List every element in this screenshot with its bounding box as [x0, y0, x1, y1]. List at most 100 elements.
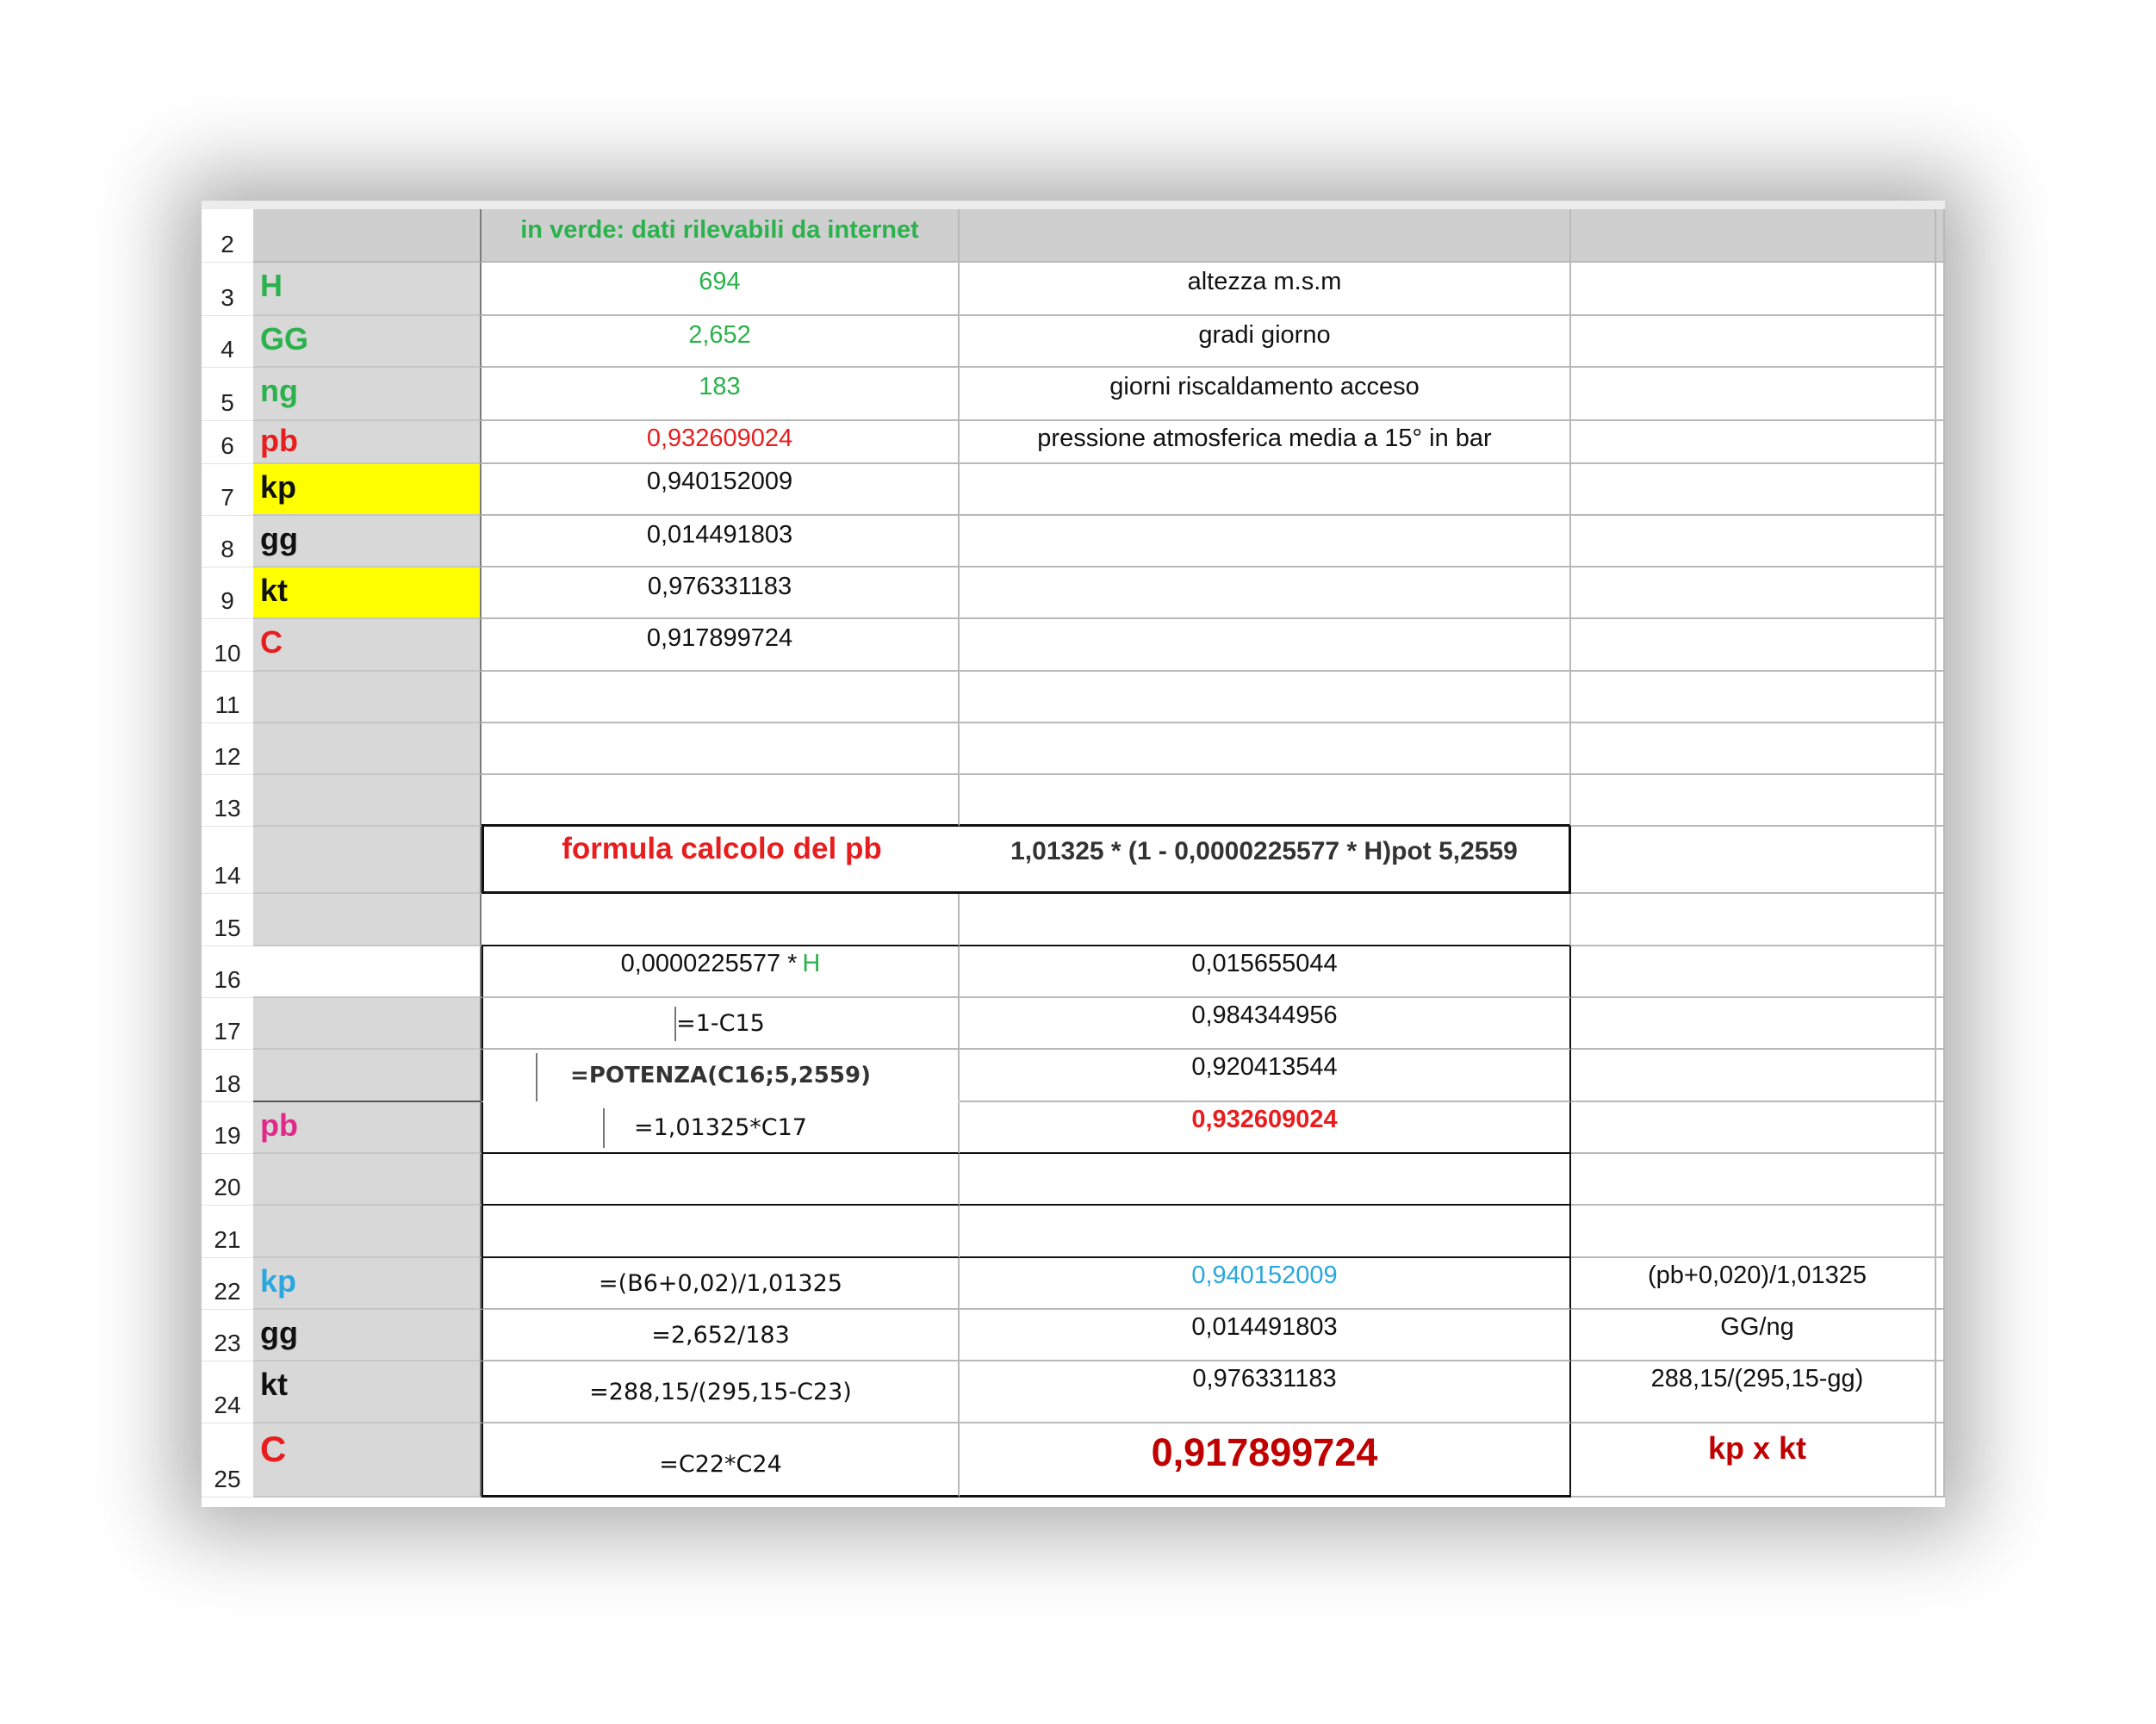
- cell-empty[interactable]: [1571, 567, 1945, 619]
- formula-text[interactable]: 1,01325 * (1 - 0,0000225577 * H)pot 5,25…: [960, 827, 1571, 894]
- row-header[interactable]: 5: [202, 368, 253, 421]
- cell-empty[interactable]: [960, 894, 1571, 946]
- row-header[interactable]: 17: [202, 998, 253, 1050]
- note-r25[interactable]: kp x kt: [1571, 1423, 1945, 1498]
- cell-empty[interactable]: [1571, 516, 1945, 567]
- calc-expr-r18[interactable]: =POTENZA(C16;5,2559): [482, 1050, 960, 1102]
- row-header[interactable]: 13: [202, 775, 253, 827]
- formula-label[interactable]: formula calcolo del pb: [482, 827, 960, 894]
- label-empty[interactable]: [253, 1154, 482, 1206]
- calc-val-r17[interactable]: 0,984344956: [960, 998, 1571, 1050]
- label-gg-calc[interactable]: gg: [253, 1310, 482, 1361]
- cell-empty[interactable]: [1571, 998, 1945, 1050]
- label-pb[interactable]: pb: [253, 421, 482, 464]
- cell-empty[interactable]: [960, 723, 1571, 775]
- calc-val-r19[interactable]: 0,932609024: [960, 1102, 1571, 1154]
- cell-empty[interactable]: [1571, 1206, 1945, 1258]
- cell-empty[interactable]: [1571, 316, 1945, 368]
- label-c-calc[interactable]: C: [253, 1423, 482, 1498]
- note-r22[interactable]: (pb+0,020)/1,01325: [1571, 1258, 1945, 1310]
- cell-empty[interactable]: [482, 723, 960, 775]
- row-header[interactable]: 23: [202, 1310, 253, 1361]
- cell-empty[interactable]: [960, 567, 1571, 619]
- cell-empty[interactable]: [1571, 827, 1945, 894]
- label-ng[interactable]: ng: [253, 368, 482, 421]
- cell-empty[interactable]: [1571, 464, 1945, 516]
- cell-empty[interactable]: [1571, 894, 1945, 946]
- cell-empty[interactable]: [1571, 1102, 1945, 1154]
- value-c[interactable]: 0,917899724: [482, 619, 960, 672]
- value-h[interactable]: 694: [482, 263, 960, 316]
- row-header[interactable]: 9: [202, 567, 253, 619]
- row-header[interactable]: 8: [202, 516, 253, 567]
- label-c[interactable]: C: [253, 619, 482, 672]
- row-header[interactable]: 4: [202, 316, 253, 368]
- label-gg[interactable]: gg: [253, 516, 482, 567]
- cell-empty[interactable]: [1571, 619, 1945, 672]
- row-header[interactable]: 14: [202, 827, 253, 894]
- value-kt[interactable]: 0,976331183: [482, 567, 960, 619]
- cell-empty[interactable]: [1571, 368, 1945, 421]
- calc-expr-r19[interactable]: =1,01325*C17: [482, 1102, 960, 1154]
- row-header[interactable]: 16: [202, 946, 253, 998]
- cell-empty[interactable]: [482, 1206, 960, 1258]
- label-h[interactable]: H: [253, 263, 482, 316]
- calc-val-r22[interactable]: 0,940152009: [960, 1258, 1571, 1310]
- cell-empty[interactable]: [1571, 421, 1945, 464]
- calc-val-r25[interactable]: 0,917899724: [960, 1423, 1571, 1498]
- desc-giorni[interactable]: giorni riscaldamento acceso: [960, 368, 1571, 421]
- label-empty[interactable]: [253, 998, 482, 1050]
- label-kp[interactable]: kp: [253, 464, 482, 516]
- cell-empty[interactable]: [1571, 723, 1945, 775]
- cell-empty[interactable]: [960, 1206, 1571, 1258]
- value-ng[interactable]: 183: [482, 368, 960, 421]
- calc-expr-r25[interactable]: =C22*C24: [482, 1423, 960, 1498]
- cell-empty[interactable]: [1571, 946, 1945, 998]
- cell-empty[interactable]: [1571, 263, 1945, 316]
- note-r24[interactable]: 288,15/(295,15-gg): [1571, 1361, 1945, 1423]
- label-kt-calc[interactable]: kt: [253, 1361, 482, 1423]
- cell-empty[interactable]: [482, 672, 960, 723]
- row-header[interactable]: 24: [202, 1361, 253, 1423]
- label-empty[interactable]: [253, 1206, 482, 1258]
- calc-val-r24[interactable]: 0,976331183: [960, 1361, 1571, 1423]
- cell-empty[interactable]: [960, 672, 1571, 723]
- cell-empty[interactable]: [1571, 775, 1945, 827]
- row-header[interactable]: 10: [202, 619, 253, 672]
- row-header[interactable]: 21: [202, 1206, 253, 1258]
- cell-empty[interactable]: [482, 894, 960, 946]
- calc-val-r23[interactable]: 0,014491803: [960, 1310, 1571, 1361]
- cell-a2[interactable]: [253, 209, 482, 263]
- value-gg[interactable]: 0,014491803: [482, 516, 960, 567]
- row-header[interactable]: 7: [202, 464, 253, 516]
- label-empty[interactable]: [253, 894, 482, 946]
- value-kp[interactable]: 0,940152009: [482, 464, 960, 516]
- row-header[interactable]: 19: [202, 1102, 253, 1154]
- header-note[interactable]: in verde: dati rilevabili da internet: [482, 209, 960, 263]
- cell-empty[interactable]: [960, 619, 1571, 672]
- row-header[interactable]: 12: [202, 723, 253, 775]
- row-header[interactable]: 6: [202, 421, 253, 464]
- cell-empty[interactable]: [960, 775, 1571, 827]
- label-kt[interactable]: kt: [253, 567, 482, 619]
- desc-pressione[interactable]: pressione atmosferica media a 15° in bar: [960, 421, 1571, 464]
- cell-empty[interactable]: [1571, 1154, 1945, 1206]
- row-header[interactable]: 15: [202, 894, 253, 946]
- cell-empty[interactable]: [1571, 672, 1945, 723]
- label-empty[interactable]: [253, 775, 482, 827]
- desc-gradi-giorno[interactable]: gradi giorno: [960, 316, 1571, 368]
- cell-empty[interactable]: [960, 464, 1571, 516]
- calc-expr-r16[interactable]: 0,0000225577 * H: [482, 946, 960, 998]
- label-kp-calc[interactable]: kp: [253, 1258, 482, 1310]
- cell-c2[interactable]: [960, 209, 1571, 263]
- cell-d2[interactable]: [1571, 209, 1945, 263]
- label-empty[interactable]: [253, 946, 482, 998]
- value-gg-upper[interactable]: 2,652: [482, 316, 960, 368]
- row-header[interactable]: 3: [202, 263, 253, 316]
- label-gg-upper[interactable]: GG: [253, 316, 482, 368]
- calc-expr-r22[interactable]: =(B6+0,02)/1,01325: [482, 1258, 960, 1310]
- label-pb-calc[interactable]: pb: [253, 1102, 482, 1154]
- calc-expr-r23[interactable]: =2,652/183: [482, 1310, 960, 1361]
- cell-empty[interactable]: [482, 775, 960, 827]
- row-header[interactable]: 18: [202, 1050, 253, 1102]
